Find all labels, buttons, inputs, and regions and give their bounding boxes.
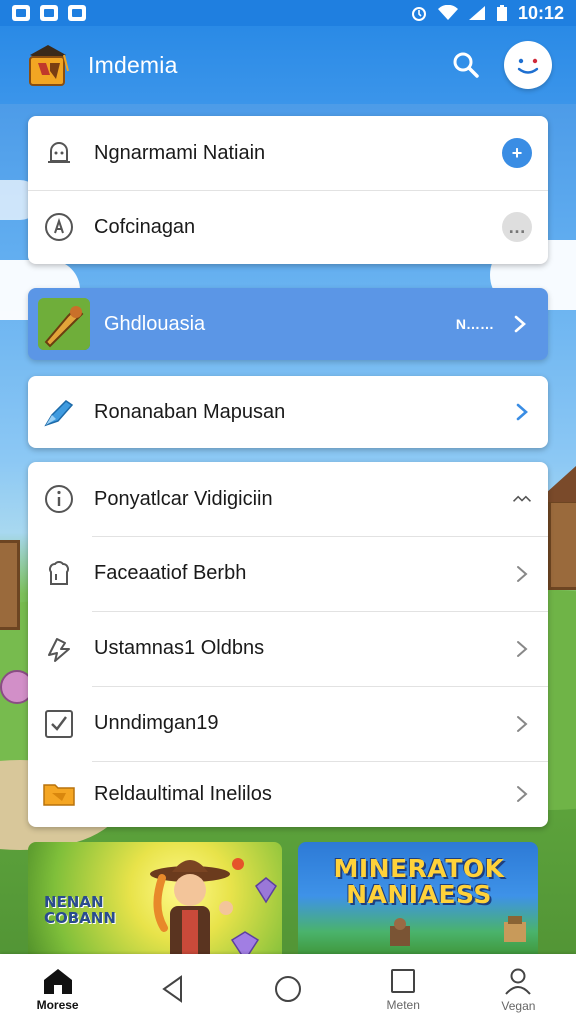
home-icon	[43, 968, 72, 994]
checkbox-icon	[42, 707, 76, 741]
item-label: Unndimgan19	[94, 712, 219, 734]
square-icon	[391, 968, 416, 993]
info-icon	[42, 482, 76, 516]
status-time: 10:12	[517, 2, 564, 23]
chef-hat-icon	[42, 557, 76, 591]
creature-illustration	[504, 916, 526, 942]
item-label: Ronanaban Mapusan	[94, 400, 286, 423]
list-item[interactable]: Reldaultimal Inelilos	[28, 761, 548, 827]
app-notification-icon	[68, 5, 86, 21]
promo-tile-text: MINERATOK NANIAESS	[333, 854, 505, 909]
list-item[interactable]: Ngnarmami Natiain +	[28, 116, 548, 190]
folder-icon	[42, 777, 76, 811]
back-triangle-icon	[162, 975, 182, 1003]
item-label: Cofcinagan	[94, 215, 196, 238]
promo-tile[interactable]: NENAN COBANN	[28, 842, 282, 962]
item-label: Ponyatlcar Vidigiciin	[94, 487, 273, 510]
chevron-right-icon	[510, 314, 530, 334]
cell-signal-icon	[468, 6, 485, 20]
nav-label: Vegan	[501, 998, 536, 1013]
item-label: Faceaatiof Berbh	[94, 562, 247, 584]
nav-back[interactable]	[115, 954, 230, 1024]
single-item-card: Ronanaban Mapusan	[28, 376, 548, 448]
battery-icon	[496, 5, 507, 21]
notification-icon	[12, 5, 30, 21]
person-icon	[505, 968, 532, 995]
list-item[interactable]: Ponyatlcar Vidigiciin	[28, 462, 548, 536]
expand-icon	[512, 489, 532, 509]
nav-home[interactable]: Morese	[0, 954, 115, 1024]
profile-avatar-button[interactable]	[504, 41, 552, 89]
search-icon	[453, 52, 479, 78]
nav-recents[interactable]: Meten	[346, 954, 461, 1024]
nav-home-circle[interactable]	[230, 954, 345, 1024]
highlighted-list-item[interactable]: Ghdlouasia N……	[28, 288, 548, 360]
top-card: Ngnarmami Natiain + Cofcinagan …	[28, 116, 548, 264]
item-label: Reldaultimal Inelilos	[94, 782, 272, 805]
smiley-face-icon	[517, 58, 539, 74]
search-button[interactable]	[446, 45, 486, 85]
nav-label: Meten	[386, 997, 420, 1012]
app-title: Imdemia	[88, 51, 178, 78]
nav-profile[interactable]: Vegan	[461, 954, 576, 1024]
item-label: Ghdlouasia	[104, 312, 206, 335]
chevron-right-icon	[512, 639, 532, 659]
image-notification-icon	[40, 5, 58, 21]
alarm-icon	[411, 7, 426, 21]
chevron-right-icon	[512, 714, 532, 734]
chevron-right-icon	[512, 402, 532, 422]
brush-icon	[42, 395, 76, 429]
chevron-right-icon	[512, 784, 532, 804]
home-circle-icon	[275, 976, 301, 1002]
list-item[interactable]: Ustamnas1 Oldbns	[28, 611, 548, 686]
gem-icon	[255, 877, 277, 904]
app-bar: Imdemia	[0, 26, 576, 104]
nav-label: Morese	[36, 997, 79, 1012]
wifi-icon	[437, 5, 458, 20]
item-label: Ngnarmami Natiain	[94, 141, 266, 164]
list-item[interactable]: Unndimgan19	[28, 686, 548, 761]
promo-tile[interactable]: MINERATOK NANIAESS	[298, 842, 538, 962]
status-bar: 10:12	[0, 0, 576, 26]
bell-icon	[42, 136, 76, 170]
list-item[interactable]: Cofcinagan …	[28, 190, 548, 264]
game-thumbnail-icon	[38, 298, 90, 350]
lock-icon	[42, 210, 76, 244]
creature-illustration	[390, 918, 410, 946]
more-button[interactable]: …	[502, 212, 532, 242]
settings-list-card: Ponyatlcar Vidigiciin Faceaatiof Berbh U…	[28, 462, 548, 827]
chevron-right-icon	[512, 564, 532, 584]
item-meta: N……	[455, 316, 494, 332]
bolt-icon	[42, 632, 76, 666]
promo-tile-text: NENAN COBANN	[44, 893, 116, 927]
add-button[interactable]: +	[502, 138, 532, 168]
list-item[interactable]: Ronanaban Mapusan	[28, 376, 548, 448]
bottom-navigation: Morese Meten Vegan	[0, 954, 576, 1024]
list-item[interactable]: Faceaatiof Berbh	[28, 536, 548, 611]
app-logo-icon	[24, 41, 72, 89]
item-label: Ustamnas1 Oldbns	[94, 637, 265, 659]
